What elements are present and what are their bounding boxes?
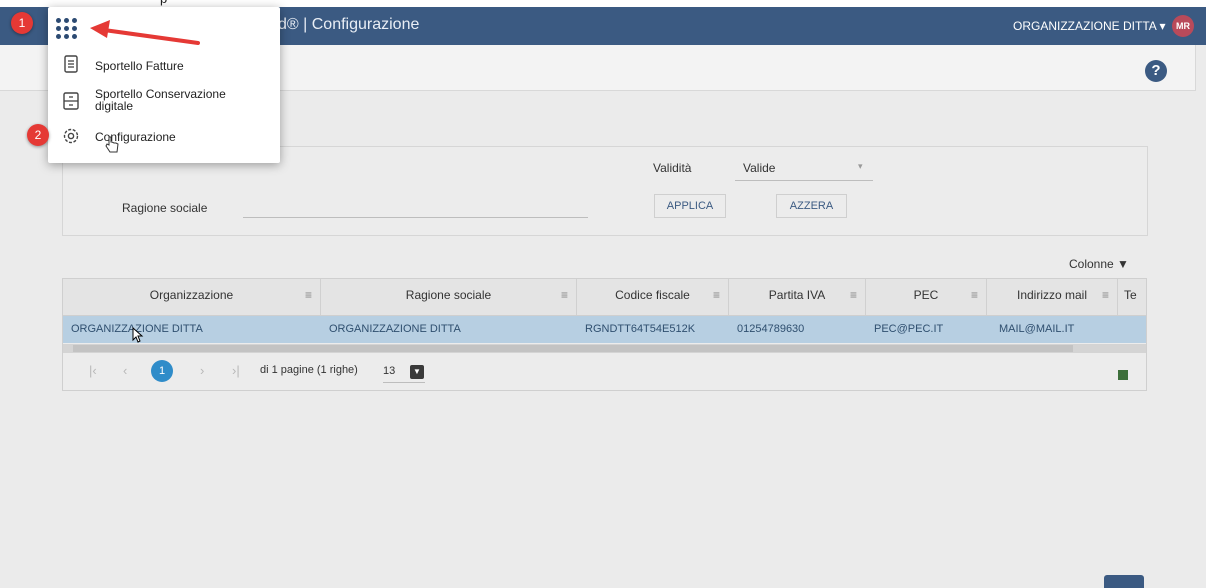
menu-item-label: Sportello Fatture xyxy=(95,59,184,73)
prev-page-icon[interactable]: ‹ xyxy=(123,363,127,378)
apps-grid-icon[interactable] xyxy=(51,14,83,44)
columns-toggle[interactable]: Colonne ▼ xyxy=(1069,257,1129,271)
chevron-down-icon[interactable]: ▼ xyxy=(410,365,424,379)
cell-indirizzo-mail: MAIL@MAIL.IT xyxy=(999,323,1075,335)
column-header-indirizzo-mail[interactable]: Indirizzo mail ≡ xyxy=(987,279,1118,315)
step-badge-1: 1 xyxy=(11,12,33,34)
menu-item-label: Sportello Conservazione digitale xyxy=(95,87,226,113)
data-grid: Organizzazione ≡ Ragione sociale ≡ Codice … xyxy=(62,278,1147,391)
horizontal-scrollbar[interactable] xyxy=(63,344,1146,353)
cell-pec: PEC@PEC.IT xyxy=(874,323,944,335)
chevron-down-icon[interactable]: ▾ xyxy=(858,161,863,172)
column-header-organizzazione[interactable]: Organizzazione ≡ xyxy=(63,279,321,315)
column-header-pec[interactable]: PEC ≡ xyxy=(866,279,987,315)
filter-icon[interactable]: ≡ xyxy=(850,279,857,311)
reset-button[interactable]: AZZERA xyxy=(776,194,847,218)
top-strip-text: p xyxy=(160,0,167,6)
filter-icon[interactable]: ≡ xyxy=(561,279,568,311)
scrollbar-thumb[interactable] xyxy=(73,345,1073,352)
document-icon xyxy=(64,55,78,73)
archive-icon xyxy=(63,92,79,110)
column-header-te[interactable]: Te xyxy=(1118,279,1146,315)
cell-codice-fiscale: RGNDTT64T54E512K xyxy=(585,323,696,335)
column-header-label: Partita IVA xyxy=(768,288,826,302)
column-header-label: Indirizzo mail xyxy=(1016,288,1088,302)
column-header-label: PEC xyxy=(913,288,939,302)
next-page-icon[interactable]: › xyxy=(200,363,204,378)
cell-partita-iva: 01254789630 xyxy=(737,323,805,335)
column-header-ragione-sociale[interactable]: Ragione sociale ≡ xyxy=(321,279,577,315)
gear-icon xyxy=(63,128,79,144)
last-page-icon[interactable]: ›| xyxy=(232,363,240,378)
filter-icon[interactable]: ≡ xyxy=(305,279,312,311)
ragione-sociale-input[interactable] xyxy=(243,217,588,218)
page-button-current[interactable]: 1 xyxy=(151,360,173,382)
organization-selector[interactable]: ORGANIZZAZIONE DITTA ▾ xyxy=(1013,19,1165,33)
annotation-arrow-icon xyxy=(90,20,200,45)
column-header-codice-fiscale[interactable]: Codice fiscale ≡ xyxy=(577,279,729,315)
column-header-label: Codice fiscale xyxy=(615,288,690,302)
column-header-label: Ragione sociale xyxy=(405,288,492,302)
validita-select[interactable]: Valide xyxy=(743,161,775,175)
grid-header: Organizzazione ≡ Ragione sociale ≡ Codice … xyxy=(63,279,1146,316)
filter-icon[interactable]: ≡ xyxy=(713,279,720,311)
column-header-partita-iva[interactable]: Partita IVA ≡ xyxy=(729,279,866,315)
ragione-sociale-label: Ragione sociale xyxy=(122,201,208,215)
first-page-icon[interactable]: |‹ xyxy=(89,363,97,378)
table-row[interactable]: ORGANIZZAZIONE DITTA ORGANIZZAZIONE DITT… xyxy=(63,316,1146,343)
page-size-select[interactable]: 13 ▼ xyxy=(383,360,425,383)
cell-ragione-sociale: ORGANIZZAZIONE DITTA xyxy=(329,323,461,335)
page-title: d® | Configurazione xyxy=(278,16,420,33)
hand-cursor-icon xyxy=(105,136,119,153)
page-size-value: 13 xyxy=(383,365,396,377)
menu-item-sportello-conservazione[interactable]: Sportello Conservazione digitale xyxy=(48,87,280,126)
pagination: |‹ ‹ 1 › ›| di 1 pagine (1 righe) 13 ▼ xyxy=(63,355,1146,389)
validita-underline xyxy=(735,180,873,181)
filter-icon[interactable]: ≡ xyxy=(1102,279,1109,311)
apply-button[interactable]: APPLICA xyxy=(654,194,726,218)
filter-icon[interactable]: ≡ xyxy=(971,279,978,311)
pointer-cursor-icon xyxy=(132,327,144,343)
help-icon[interactable]: ? xyxy=(1145,60,1167,82)
page-edge xyxy=(1206,0,1221,588)
user-avatar[interactable]: MR xyxy=(1172,15,1194,37)
pagination-info: di 1 pagine (1 righe) xyxy=(260,364,358,376)
top-strip: p xyxy=(0,0,1221,7)
feedback-icon[interactable] xyxy=(1104,575,1144,588)
menu-item-configurazione[interactable]: Configurazione xyxy=(48,125,280,161)
column-header-label: Organizzazione xyxy=(149,288,234,302)
excel-export-icon[interactable] xyxy=(1118,370,1128,380)
validita-label: Validità xyxy=(653,161,692,175)
step-badge-2: 2 xyxy=(27,124,49,146)
